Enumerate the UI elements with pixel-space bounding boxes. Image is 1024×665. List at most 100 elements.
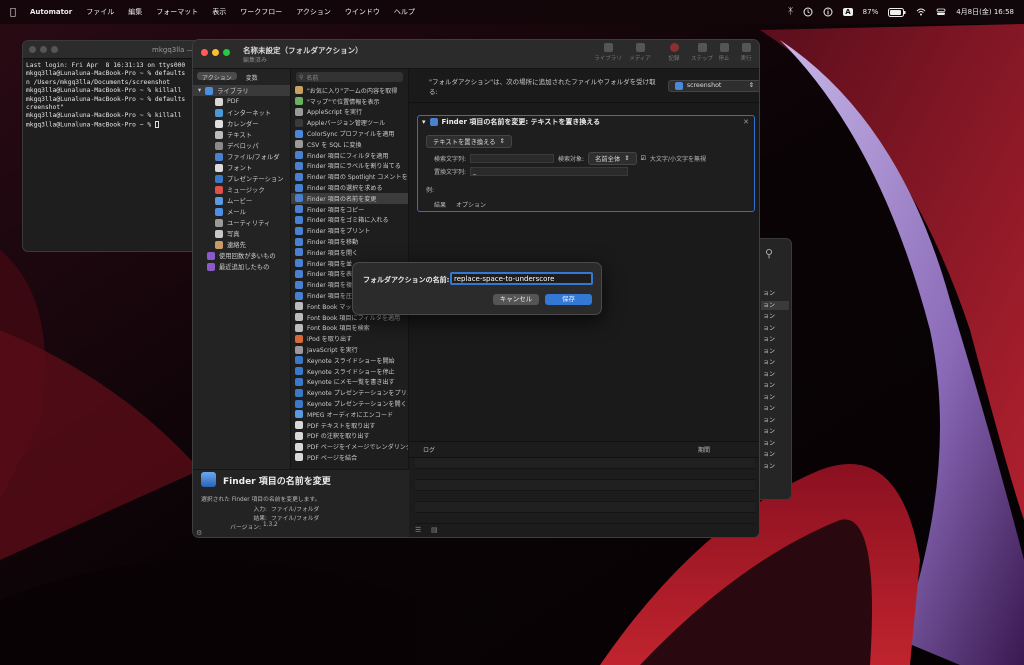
action-item[interactable]: "お気に入り"アームの内容を取得 <box>291 85 408 96</box>
ignore-case-checkbox[interactable]: ☑ <box>641 155 646 162</box>
list-item[interactable]: ョン <box>761 393 789 402</box>
toolbar-media-button[interactable]: メディア <box>625 43 655 62</box>
list-item[interactable]: ョン <box>761 439 789 448</box>
time-machine-icon[interactable] <box>803 7 813 17</box>
action-item[interactable]: "マップ"で位置情報を表示 <box>291 96 408 107</box>
library-item[interactable]: ムービー <box>193 195 290 206</box>
wifi-icon[interactable] <box>916 7 926 17</box>
action-item[interactable]: iPod を取り出す <box>291 333 408 344</box>
library-item[interactable]: プレゼンテーション <box>193 173 290 184</box>
action-item[interactable]: Appleバージョン管理ツール <box>291 117 408 128</box>
menu-file[interactable]: ファイル <box>86 7 114 17</box>
terminal-window[interactable]: mkgq3lla — -z Last login: Fri Apr 8 16:3… <box>22 40 204 252</box>
folder-action-name-input[interactable] <box>450 272 593 285</box>
menu-workflow[interactable]: ワークフロー <box>240 7 282 17</box>
action-item[interactable]: Finder 項目にラベルを割り当てる <box>291 161 408 172</box>
action-item[interactable]: Keynote スライドショーを停止 <box>291 366 408 377</box>
minimize-button[interactable] <box>40 46 47 53</box>
tab-results[interactable]: 結果 <box>434 200 446 209</box>
list-view-icon[interactable]: ☰ <box>415 526 421 534</box>
list-item[interactable]: ョン <box>761 416 789 425</box>
library-item[interactable]: メール <box>193 206 290 217</box>
list-item[interactable]: ョン <box>761 358 789 367</box>
list-item[interactable]: ョン <box>761 300 789 310</box>
library-item[interactable]: カレンダー <box>193 118 290 129</box>
action-item[interactable]: Keynote プレゼンテーションを開く <box>291 398 408 409</box>
battery-icon[interactable] <box>888 7 906 17</box>
action-item[interactable]: MPEG オーディオにエンコード <box>291 409 408 420</box>
action-item[interactable]: Font Book 項目を検索 <box>291 323 408 334</box>
list-item[interactable]: ョン <box>761 404 789 413</box>
library-item[interactable]: 写真 <box>193 228 290 239</box>
action-item[interactable]: Keynote プレゼンテーションをプリント <box>291 387 408 398</box>
action-item[interactable]: PDF テキストを取り出す <box>291 420 408 431</box>
search-icon[interactable]: ⚲ <box>765 247 773 260</box>
close-button[interactable] <box>29 46 36 53</box>
minimize-button[interactable] <box>212 49 219 56</box>
tab-actions[interactable]: アクション <box>197 72 237 82</box>
rename-mode-popup[interactable]: テキストを置き換える ⇕ <box>426 135 512 148</box>
library-item[interactable]: ▾ ライブラリ <box>193 85 290 96</box>
target-folder-popup[interactable]: screenshot ⇕ <box>667 79 759 92</box>
find-field[interactable] <box>470 154 555 163</box>
action-item[interactable]: PDF ページを結合 <box>291 452 408 463</box>
input-source-icon[interactable]: A <box>843 8 853 16</box>
action-item[interactable]: Finder 項目を開く <box>291 247 408 258</box>
action-item[interactable]: Finder 項目をコピー <box>291 204 408 215</box>
action-item[interactable]: PDF の注釈を取り出す <box>291 431 408 442</box>
menu-app-name[interactable]: Automator <box>30 8 72 16</box>
gear-icon[interactable]: ⚙ <box>196 529 202 537</box>
menu-format[interactable]: フォーマット <box>156 7 198 17</box>
log-column-header[interactable]: ログ <box>423 445 698 454</box>
list-item[interactable]: ョン <box>761 450 789 459</box>
duration-column-header[interactable]: 期間 <box>698 445 710 454</box>
cancel-button[interactable]: キャンセル <box>493 294 539 305</box>
action-item[interactable]: Finder 項目をプリント <box>291 225 408 236</box>
menu-help[interactable]: ヘルプ <box>394 7 415 17</box>
action-item[interactable]: Keynote にメモ一覧を書き出す <box>291 377 408 388</box>
close-icon[interactable]: ✕ <box>743 118 754 126</box>
terminal-titlebar[interactable]: mkgq3lla — -z <box>23 41 203 59</box>
disclosure-icon[interactable]: ▾ <box>198 87 201 94</box>
action-item[interactable]: ColorSync プロファイルを適用 <box>291 128 408 139</box>
disclosure-icon[interactable]: ▾ <box>422 118 426 126</box>
close-button[interactable] <box>201 49 208 56</box>
library-item[interactable]: 最近追加したもの <box>193 261 290 272</box>
library-item[interactable]: ユーティリティ <box>193 217 290 228</box>
action-item[interactable]: Finder 項目をゴミ箱に入れる <box>291 215 408 226</box>
action-item[interactable]: Keynote スライドショーを開始 <box>291 355 408 366</box>
list-item[interactable]: ョン <box>761 335 789 344</box>
list-item[interactable]: ョン <box>761 427 789 436</box>
list-item[interactable]: ョン <box>761 347 789 356</box>
zoom-button[interactable] <box>223 49 230 56</box>
control-center-icon[interactable] <box>936 7 946 17</box>
automator-titlebar[interactable]: 名称未設定（フォルダアクション） 編集済み ライブラリ メディア 記録 ステップ… <box>193 40 759 69</box>
zoom-button[interactable] <box>51 46 58 53</box>
toolbar-record-button[interactable]: 記録 <box>659 43 689 62</box>
terminal-output[interactable]: Last login: Fri Apr 8 16:31:13 on ttys00… <box>23 59 203 133</box>
toolbar-run-button[interactable]: 実行 <box>731 43 759 62</box>
action-item[interactable]: Finder 項目の Spotlight コメントを設定 <box>291 171 408 182</box>
rename-action-box[interactable]: ▾ Finder 項目の名前を変更: テキストを置き換える ✕ テキストを置き換… <box>417 115 755 212</box>
bluetooth-icon[interactable]: ᛡ <box>788 7 793 17</box>
menu-edit[interactable]: 編集 <box>128 7 142 17</box>
list-item[interactable]: ョン <box>761 324 789 333</box>
action-item[interactable]: Finder 項目の選択を求める <box>291 182 408 193</box>
list-item[interactable]: ョン <box>761 462 789 471</box>
menu-window[interactable]: ウインドウ <box>345 7 380 17</box>
replace-field[interactable]: _ <box>470 167 629 176</box>
action-item[interactable]: Finder 項目の名前を変更 <box>291 192 408 204</box>
library-item[interactable]: デベロッパ <box>193 140 290 151</box>
library-item[interactable]: テキスト <box>193 129 290 140</box>
apple-icon[interactable]:  <box>10 7 16 18</box>
menu-view[interactable]: 表示 <box>212 7 226 17</box>
library-item[interactable]: 連絡先 <box>193 239 290 250</box>
menu-action[interactable]: アクション <box>296 7 331 17</box>
library-item[interactable]: PDF <box>193 96 290 107</box>
action-item[interactable]: AppleScript を実行 <box>291 107 408 118</box>
list-item[interactable]: ョン <box>761 381 789 390</box>
list-item[interactable]: ョン <box>761 312 789 321</box>
action-search-field[interactable]: ⚲ 名前 <box>296 72 403 82</box>
library-item[interactable]: 使用回数が多いもの <box>193 250 290 261</box>
action-item[interactable]: CSV を SQL に変換 <box>291 139 408 150</box>
